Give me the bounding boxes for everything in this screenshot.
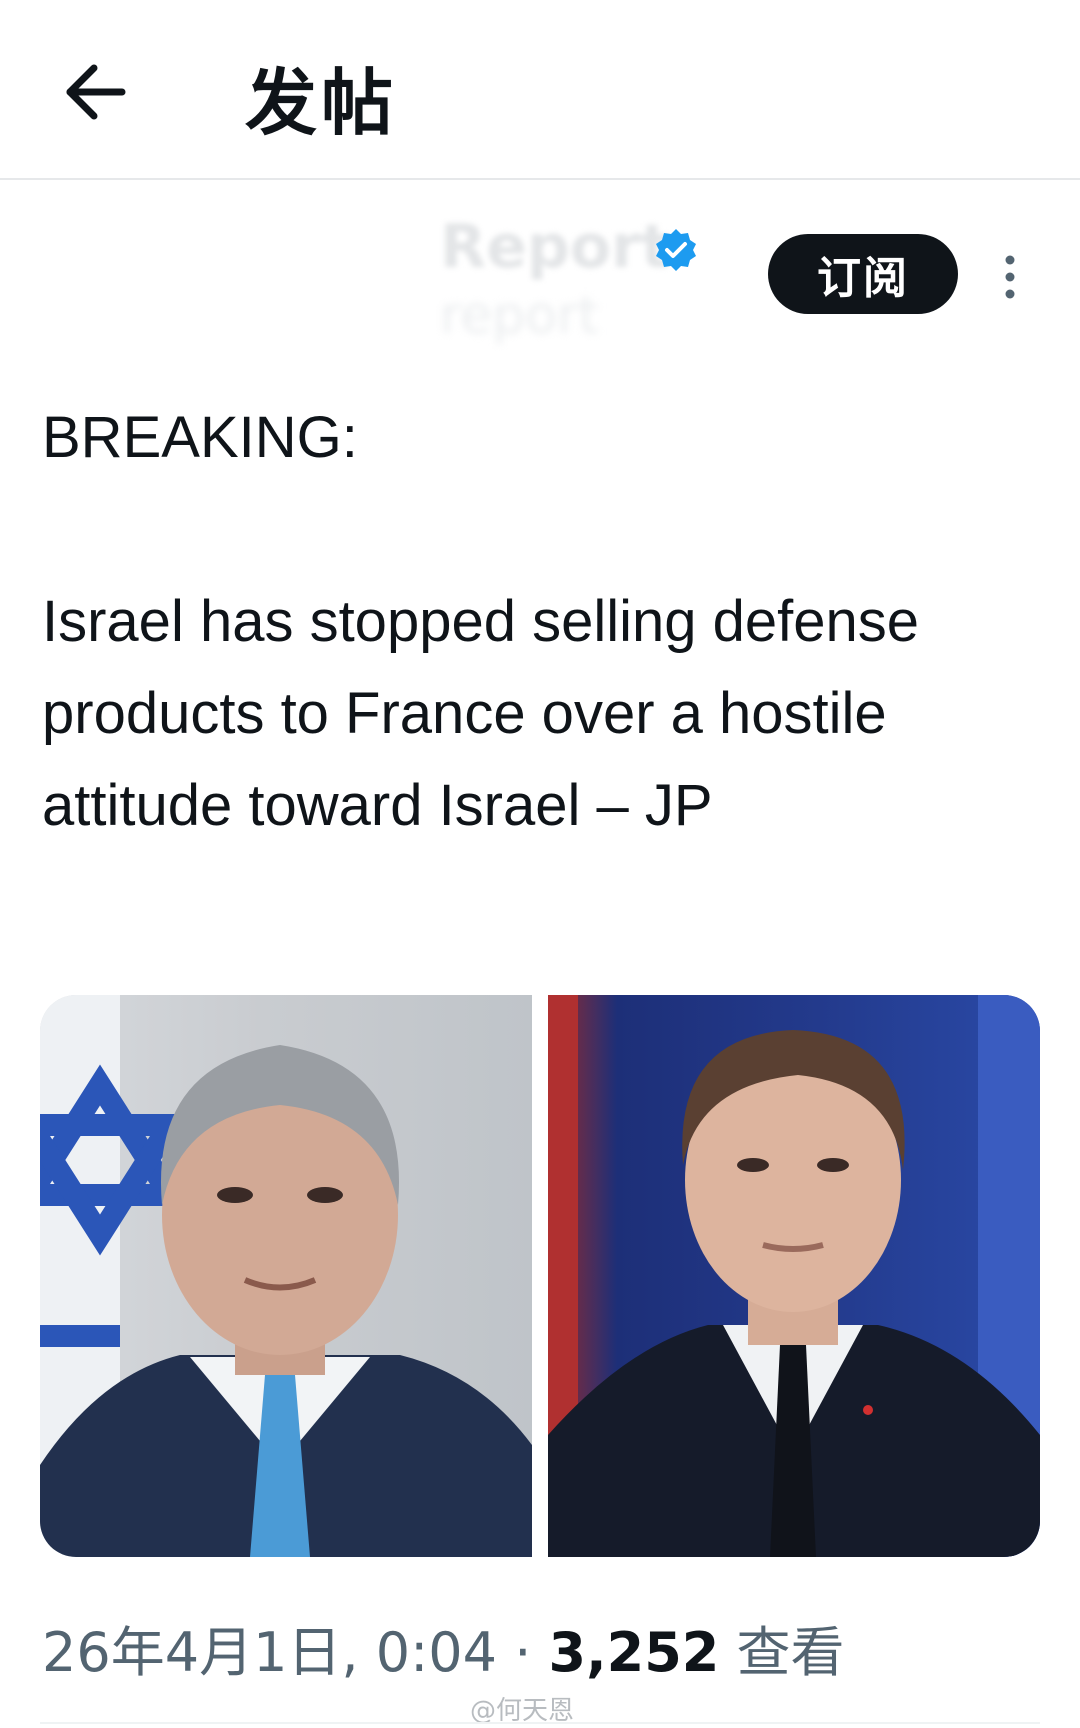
views-label: 查看 (736, 1621, 845, 1684)
arrow-left-icon (66, 64, 126, 120)
top-bar: 发帖 (0, 0, 1080, 180)
tweet-media[interactable] (40, 995, 1040, 1557)
portrait-photo-israeli-leader[interactable] (40, 995, 532, 1557)
photo-illustration (548, 995, 1040, 1557)
divider (40, 1722, 1040, 1724)
portrait-photo-french-leader[interactable] (548, 995, 1040, 1557)
tweet-text: BREAKING: Israel has stopped selling def… (42, 405, 920, 838)
author-row: Report report 订阅 (0, 200, 1080, 350)
timestamp[interactable]: 26年4月1日, 0:04 (42, 1621, 497, 1684)
photo-illustration (40, 995, 532, 1557)
tweet-meta: 26年4月1日, 0:04 · 3,252 查看 (42, 1608, 845, 1687)
subscribe-button[interactable]: 订阅 (768, 234, 958, 314)
back-button[interactable] (56, 52, 136, 132)
views-count: 3,252 (548, 1621, 720, 1684)
author-name[interactable]: Report (440, 212, 669, 282)
page-title: 发帖 (245, 61, 398, 145)
meta-separator: · (514, 1621, 532, 1684)
more-vertical-icon[interactable] (995, 252, 1025, 302)
author-handle[interactable]: report (440, 286, 599, 346)
verified-badge-icon (656, 229, 696, 271)
